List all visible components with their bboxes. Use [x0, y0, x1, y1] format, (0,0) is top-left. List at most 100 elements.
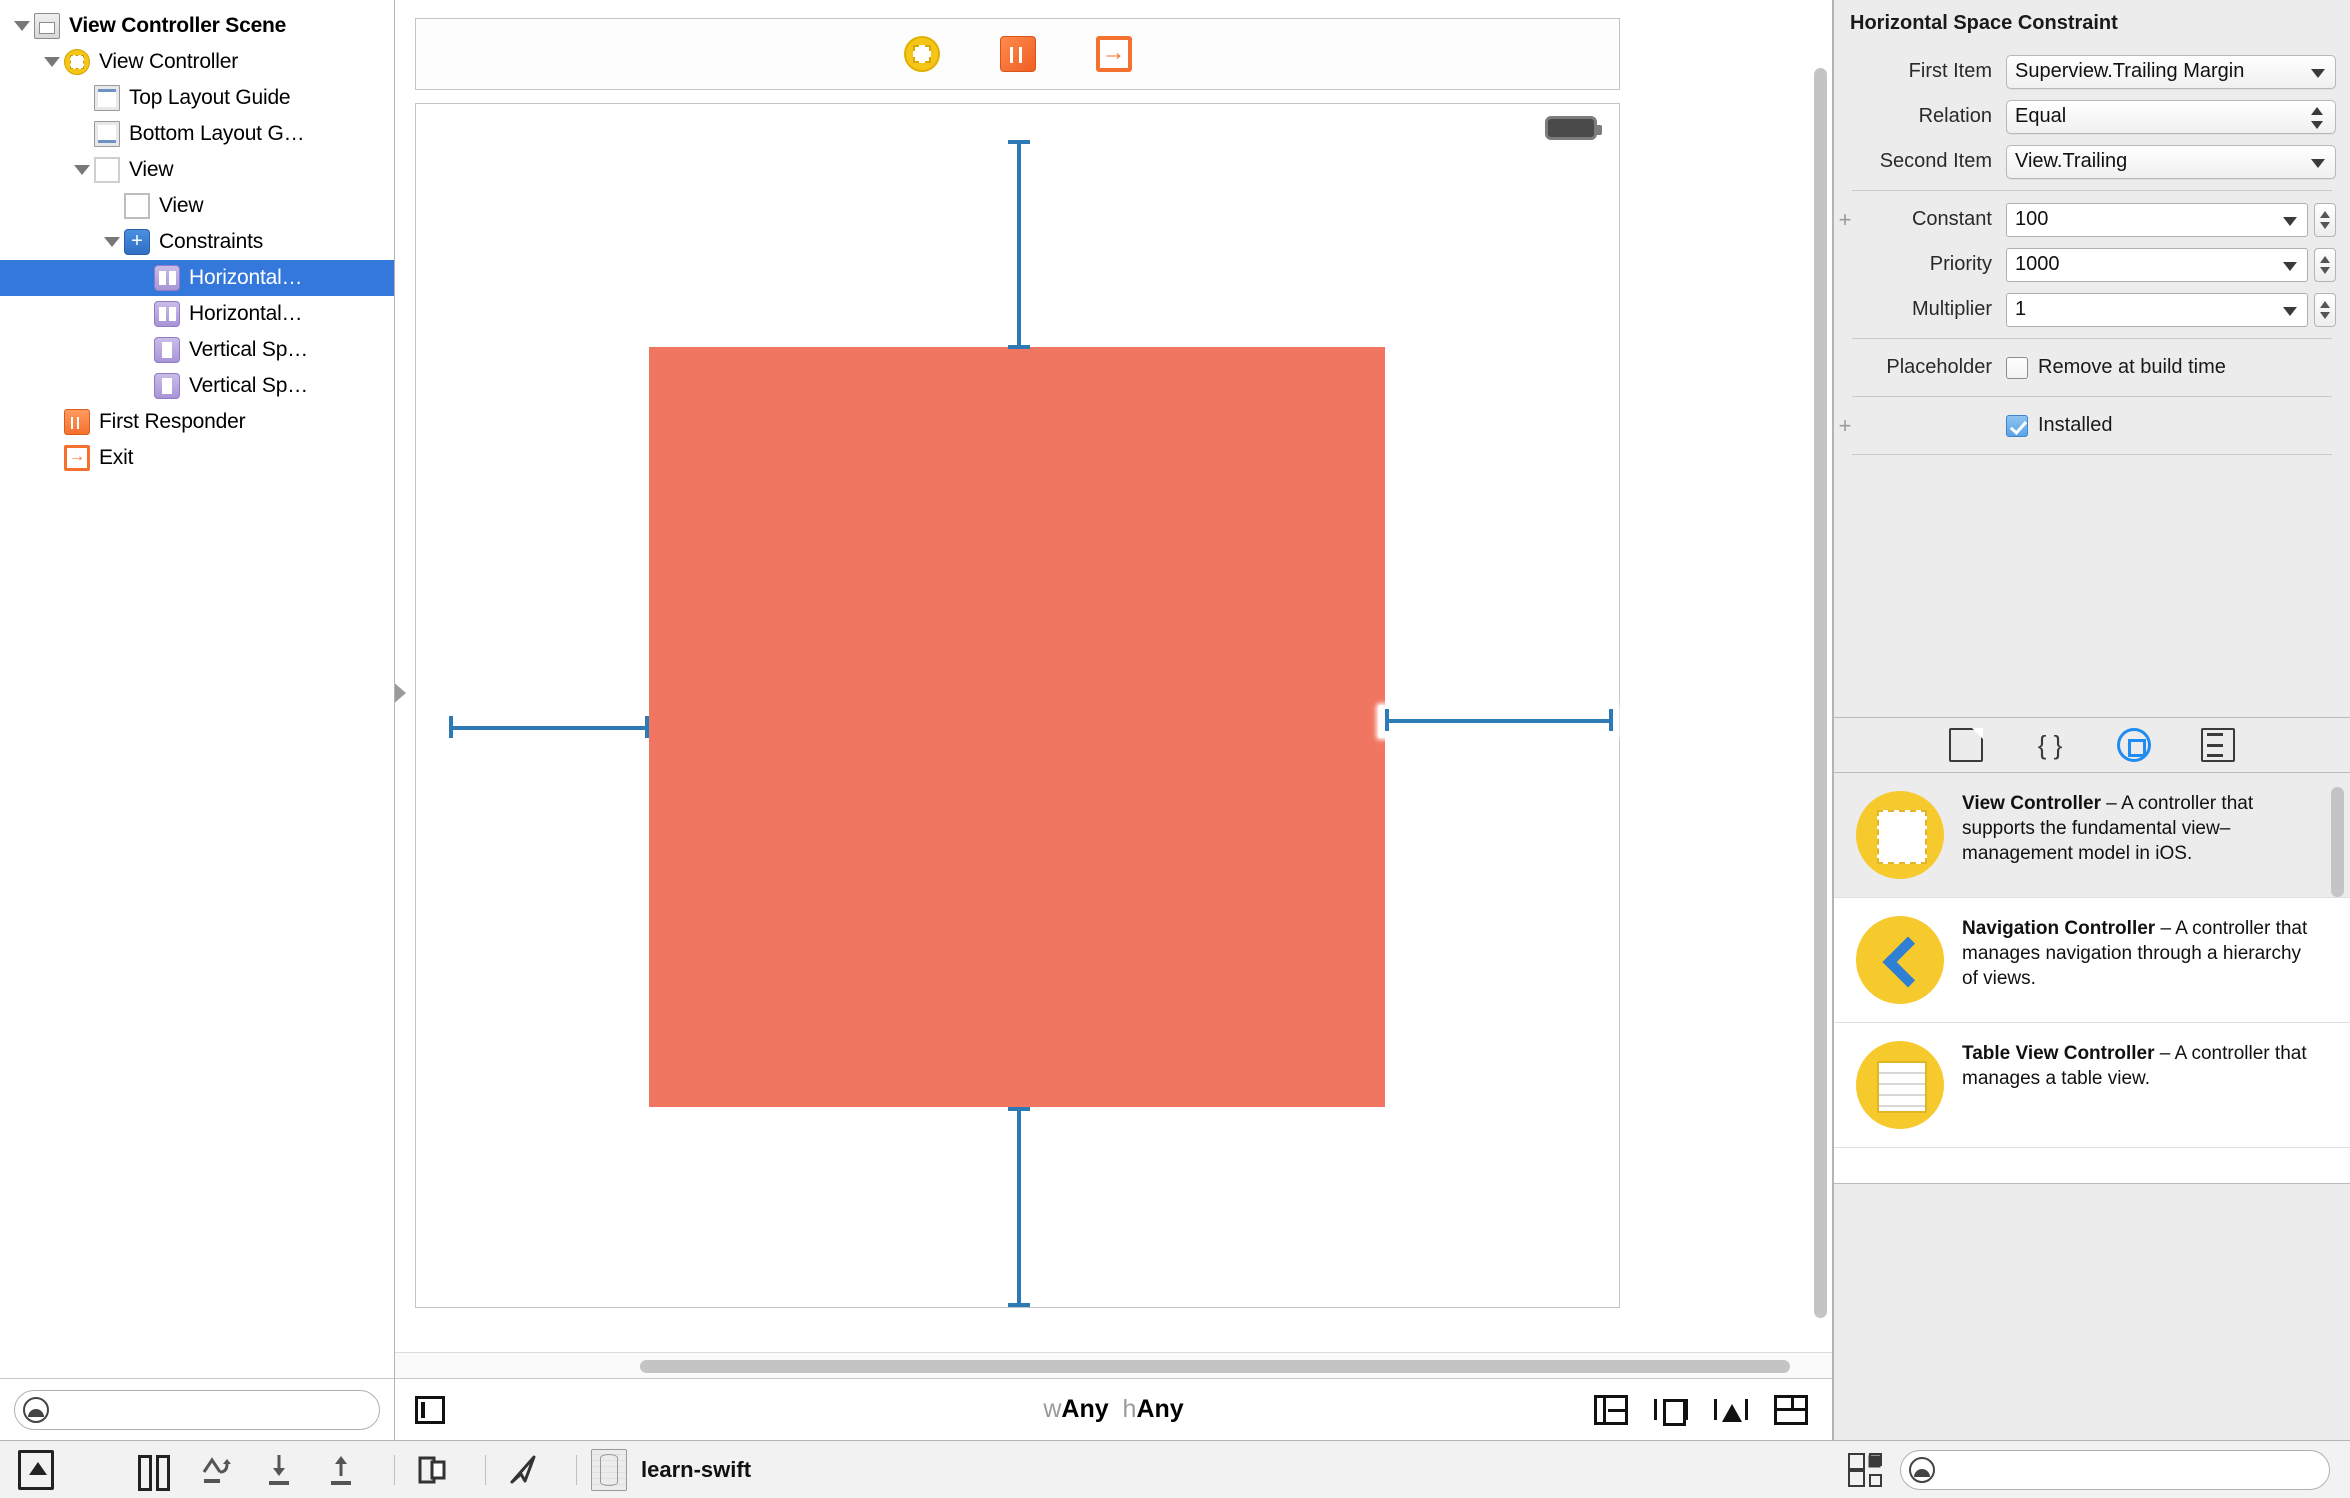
resolve-issues-button[interactable] [1774, 1395, 1808, 1425]
numeric-stepper[interactable] [2314, 248, 2336, 282]
tree-row[interactable]: View Controller Scene [0, 8, 394, 44]
inspector-bottom-filler [1834, 1183, 2350, 1440]
chevron-down-icon [2283, 307, 2297, 316]
library-filter-input[interactable] [1935, 1459, 2321, 1480]
storyboard-canvas[interactable] [395, 0, 1832, 1378]
canvas-horizontal-scroll-thumb[interactable] [640, 1360, 1790, 1373]
scene-tree[interactable]: View Controller Scene View ControllerTop … [0, 0, 394, 1378]
tree-row-label: Vertical Sp… [189, 338, 308, 362]
chevron-down-icon [2283, 217, 2297, 226]
tree-row[interactable]: Constraints [0, 224, 394, 260]
toggle-document-outline-button[interactable] [415, 1396, 445, 1424]
tree-row[interactable]: Vertical Sp… [0, 368, 394, 404]
installed-plus-icon[interactable]: + [1834, 415, 1856, 437]
table-view-controller-library-icon [1856, 1041, 1944, 1129]
battery-icon [1545, 116, 1597, 140]
file-template-library-icon[interactable] [1949, 728, 1983, 762]
disclosure-triangle-icon[interactable] [100, 237, 124, 247]
step-out-icon[interactable] [318, 1450, 364, 1490]
inspector-divider-1 [1852, 190, 2332, 191]
inspector-numeric-row: +Constant100 [1834, 197, 2350, 242]
device-view[interactable] [415, 103, 1620, 1308]
statusbar-divider-2 [485, 1455, 486, 1485]
constraint-top-vertical-space[interactable] [1017, 140, 1021, 347]
disclosure-triangle-icon[interactable] [40, 57, 64, 67]
numeric-combo-field[interactable]: 100 [2006, 203, 2308, 237]
navigate-icon[interactable] [500, 1450, 546, 1490]
constraint-fields: First ItemSuperview.Trailing MarginRelat… [1834, 49, 2350, 184]
xcode-window: View Controller SceneView ControllerTop … [0, 0, 2350, 1498]
installed-checkbox[interactable] [2006, 415, 2028, 437]
library-item[interactable]: Table View Controller – A controller tha… [1834, 1023, 2350, 1148]
numeric-combo-field[interactable]: 1000 [2006, 248, 2308, 282]
constraint-bottom-vertical-space[interactable] [1017, 1107, 1021, 1307]
scene-icon [34, 13, 60, 39]
navigator-filter-bar [0, 1378, 394, 1440]
object-library-list[interactable]: View Controller – A controller that supp… [1834, 773, 2350, 1183]
navigator-filter-input[interactable] [49, 1399, 371, 1420]
inspector-field-row: Second ItemView.Trailing [1834, 139, 2350, 184]
field-popup-button[interactable]: View.Trailing [2006, 145, 2336, 179]
step-into-icon[interactable] [256, 1450, 302, 1490]
pause-icon[interactable] [132, 1450, 178, 1490]
view-icon [94, 157, 120, 183]
stack-button[interactable] [1594, 1395, 1628, 1425]
numeric-stepper[interactable] [2314, 203, 2336, 237]
exit-dock-icon[interactable] [1096, 36, 1132, 72]
size-inspector: Horizontal Space Constraint First ItemSu… [1833, 0, 2350, 1440]
canvas-vertical-scroll-thumb[interactable] [1814, 68, 1827, 1318]
tree-row-label: View Controller Scene [69, 14, 286, 38]
tree-row[interactable]: First Responder [0, 404, 394, 440]
disclosure-triangle-icon[interactable] [10, 21, 34, 31]
tree-row[interactable]: Top Layout Guide [0, 80, 394, 116]
placeholder-label: Placeholder [1856, 356, 2006, 379]
library-item-title: View Controller [1962, 793, 2101, 814]
add-variation-plus-icon[interactable]: + [1834, 209, 1856, 231]
media-library-icon[interactable] [2201, 728, 2235, 762]
field-popup-button[interactable]: Equal [2006, 100, 2336, 134]
breakpoint-flag-icon[interactable] [70, 1450, 116, 1490]
project-name: learn-swift [641, 1457, 751, 1483]
tree-row[interactable]: Exit [0, 440, 394, 476]
simulate-location-icon[interactable] [409, 1450, 455, 1490]
numeric-stepper[interactable] [2314, 293, 2336, 327]
constraint-leading-endcap-left [449, 716, 453, 738]
canvas-vertical-scrollbar[interactable] [1810, 0, 1832, 1352]
navigator-filter-field[interactable] [14, 1390, 380, 1430]
library-item[interactable]: Navigation Controller – A controller tha… [1834, 898, 2350, 1023]
tree-row[interactable]: View [0, 152, 394, 188]
library-filter-field[interactable] [1900, 1450, 2330, 1490]
remove-at-build-time-checkbox[interactable] [2006, 357, 2028, 379]
tree-row[interactable]: Horizontal… [0, 260, 394, 296]
field-popup-button[interactable]: Superview.Trailing Margin [2006, 55, 2336, 89]
pin-button[interactable] [1714, 1395, 1748, 1425]
object-library-icon[interactable] [2117, 728, 2151, 762]
tree-row[interactable]: Vertical Sp… [0, 332, 394, 368]
library-grid-icon[interactable] [1848, 1453, 1882, 1487]
show-view-debugger-icon[interactable] [18, 1450, 54, 1490]
canvas-horizontal-scrollbar[interactable] [395, 1352, 1832, 1378]
vertical-constraint-icon [154, 373, 180, 399]
numeric-combo-field[interactable]: 1 [2006, 293, 2308, 327]
inspector-top: Horizontal Space Constraint First ItemSu… [1834, 0, 2350, 461]
subview-rect[interactable] [649, 347, 1385, 1107]
canvas-collapse-handle-icon[interactable] [395, 680, 406, 706]
view-controller-dock-icon[interactable] [904, 36, 940, 72]
first-responder-dock-icon[interactable] [1000, 36, 1036, 72]
size-class-height-value: Any [1136, 1395, 1183, 1423]
tree-row[interactable]: Horizontal… [0, 296, 394, 332]
subview-icon [124, 193, 150, 219]
tree-row[interactable]: Bottom Layout G… [0, 116, 394, 152]
code-snippet-library-icon[interactable] [2033, 728, 2067, 762]
library-item[interactable]: View Controller – A controller that supp… [1834, 773, 2350, 898]
constraint-leading-horizontal-space[interactable] [449, 726, 649, 730]
tree-row[interactable]: View [0, 188, 394, 224]
tree-row[interactable]: View Controller [0, 44, 394, 80]
align-button[interactable] [1654, 1395, 1688, 1425]
constraint-top-endcap-top [1008, 140, 1030, 144]
library-scroll-thumb[interactable] [2331, 787, 2344, 897]
disclosure-triangle-icon[interactable] [70, 165, 94, 175]
document-outline-navigator: View Controller Scene View ControllerTop … [0, 0, 395, 1440]
constraint-trailing-horizontal-space[interactable] [1385, 719, 1613, 723]
step-over-icon[interactable] [194, 1450, 240, 1490]
